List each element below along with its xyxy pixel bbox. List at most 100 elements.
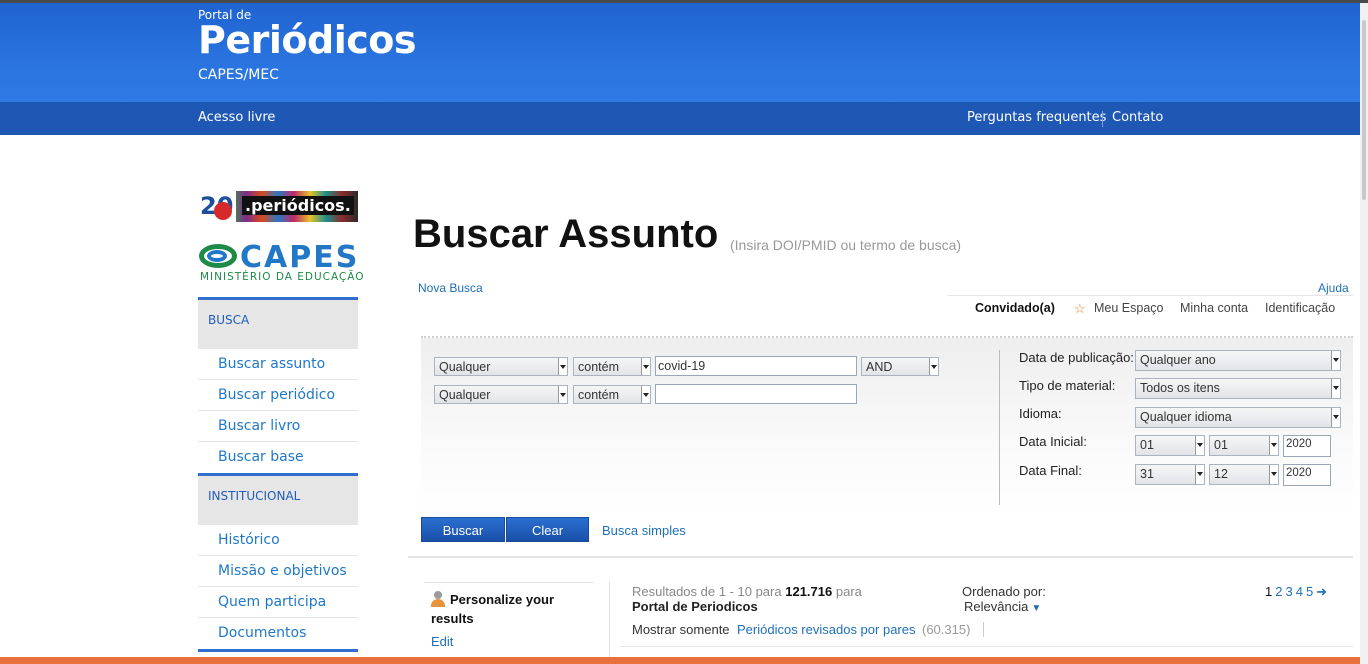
brand-logo[interactable]: Periódicos bbox=[198, 18, 416, 62]
select-value: Qualquer ano bbox=[1140, 353, 1216, 367]
idioma-select[interactable]: Qualquer idioma bbox=[1135, 407, 1341, 428]
nav-acesso-livre[interactable]: Acesso livre bbox=[198, 110, 275, 125]
dropdown-arrow-icon bbox=[1195, 465, 1204, 484]
sidebar-item-missao[interactable]: Missão e objetivos bbox=[198, 556, 358, 587]
logo-20-dot bbox=[214, 202, 232, 220]
pagination: 1 2 3 4 5 ➜ bbox=[1265, 584, 1330, 600]
capes-word: CAPES bbox=[240, 240, 360, 275]
chevron-down-icon: ▼ bbox=[1031, 603, 1042, 614]
sidebar-item-quem-participa[interactable]: Quem participa bbox=[198, 587, 358, 618]
brand-sub: CAPES/MEC bbox=[198, 67, 279, 83]
sidebar-item-buscar-livro[interactable]: Buscar livro bbox=[198, 411, 358, 442]
dropdown-arrow-icon bbox=[641, 386, 650, 403]
data-final-month-select[interactable]: 12 bbox=[1209, 464, 1279, 485]
nav-separator bbox=[1102, 111, 1103, 127]
ajuda-link[interactable]: Ajuda bbox=[1318, 281, 1349, 295]
busca-simples-link[interactable]: Busca simples bbox=[602, 523, 686, 538]
field-select-2[interactable]: Qualquer bbox=[434, 385, 568, 404]
select-value: AND bbox=[866, 360, 893, 374]
dropdown-arrow-icon bbox=[1269, 465, 1278, 484]
sidebar-item-label: Histórico bbox=[218, 532, 280, 548]
minha-conta-link[interactable]: Minha conta bbox=[1180, 301, 1248, 315]
search-term-input-2[interactable] bbox=[655, 384, 857, 404]
buscar-button[interactable]: Buscar bbox=[421, 517, 505, 542]
page-current: 1 bbox=[1265, 584, 1273, 599]
sidebar-item-buscar-periodico[interactable]: Buscar periódico bbox=[198, 380, 358, 411]
search-term-input-1[interactable]: covid-19 bbox=[655, 356, 857, 376]
data-inicial-month-select[interactable]: 01 bbox=[1209, 435, 1279, 456]
scrollbar-thumb[interactable] bbox=[1362, 20, 1366, 200]
results-prefix: Resultados de 1 - 10 para bbox=[632, 584, 782, 599]
sidebar-item-buscar-base[interactable]: Buscar base bbox=[198, 442, 358, 473]
sidebar-item-historico[interactable]: Histórico bbox=[198, 525, 358, 556]
dropdown-arrow-icon bbox=[1331, 379, 1340, 398]
dropdown-arrow-icon bbox=[1269, 436, 1278, 455]
data-final-day-select[interactable]: 31 bbox=[1135, 464, 1205, 485]
sidebar-item-label: Buscar periódico bbox=[218, 387, 336, 403]
sidebar-item-label: Missão e objetivos bbox=[218, 563, 347, 579]
section-divider bbox=[408, 556, 1353, 558]
dropdown-arrow-icon bbox=[558, 358, 567, 375]
nav-perguntas-frequentes[interactable]: Perguntas frequentes bbox=[967, 110, 1106, 125]
results-divider bbox=[609, 582, 610, 657]
logo-20-text: .periódicos. bbox=[242, 196, 354, 215]
next-arrow-icon[interactable]: ➜ bbox=[1316, 584, 1327, 599]
select-value: 12 bbox=[1214, 467, 1228, 481]
guest-label: Convidado(a) bbox=[975, 301, 1055, 315]
page-link[interactable]: 3 bbox=[1285, 584, 1292, 599]
edit-link[interactable]: Edit bbox=[431, 634, 453, 649]
operator-select-1[interactable]: contém bbox=[573, 357, 651, 376]
sidebar-item-label: Buscar assunto bbox=[218, 356, 326, 372]
sidebar-item-buscar-assunto[interactable]: Buscar assunto bbox=[198, 349, 358, 380]
data-final-year-input[interactable]: 2020 bbox=[1283, 464, 1331, 486]
data-publicacao-select[interactable]: Qualquer ano bbox=[1135, 350, 1341, 371]
page-subtitle: (Insira DOI/PMID ou termo de busca) bbox=[730, 237, 962, 253]
boolean-select-1[interactable]: AND bbox=[861, 357, 939, 376]
sidebar-heading-busca: BUSCA bbox=[198, 297, 358, 349]
sidebar-item-label: Quem participa bbox=[218, 594, 327, 610]
revisados-filter-link[interactable]: Periódicos revisados por pares bbox=[737, 622, 915, 637]
identificacao-link[interactable]: Identificação bbox=[1265, 301, 1335, 315]
operator-select-2[interactable]: contém bbox=[573, 385, 651, 404]
dropdown-arrow-icon bbox=[641, 358, 650, 375]
sort-value: Relevância bbox=[964, 599, 1029, 614]
data-final-label: Data Final: bbox=[1019, 463, 1082, 478]
sidebar-heading-label: INSTITUCIONAL bbox=[208, 489, 301, 503]
bottom-accent-bar bbox=[0, 657, 1360, 664]
field-select-1[interactable]: Qualquer bbox=[434, 357, 568, 376]
data-inicial-year-input[interactable]: 2020 bbox=[1283, 435, 1331, 457]
select-value: contém bbox=[578, 360, 619, 374]
sidebar-heading-label: BUSCA bbox=[208, 313, 250, 327]
page-link[interactable]: 4 bbox=[1296, 584, 1303, 599]
capes-logo[interactable]: CAPES MINISTÉRIO DA EDUCAÇÃO bbox=[198, 240, 364, 286]
select-value: 01 bbox=[1140, 438, 1154, 452]
sort-select[interactable]: Relevância ▼ bbox=[964, 599, 1041, 614]
select-value: 01 bbox=[1214, 438, 1228, 452]
select-value: Qualquer bbox=[439, 360, 491, 374]
meu-espaco-link[interactable]: Meu Espaço bbox=[1094, 301, 1163, 315]
nav-contato[interactable]: Contato bbox=[1112, 110, 1163, 125]
tipo-material-label: Tipo de material: bbox=[1019, 378, 1116, 393]
page-link[interactable]: 2 bbox=[1275, 584, 1282, 599]
page: Portal de Periódicos CAPES/MEC Acesso li… bbox=[0, 0, 1368, 664]
tipo-material-select[interactable]: Todos os itens bbox=[1135, 378, 1341, 399]
select-value: Qualquer bbox=[439, 388, 491, 402]
results-summary: Resultados de 1 - 10 para 121.716 para bbox=[632, 584, 862, 599]
dropdown-arrow-icon bbox=[558, 386, 567, 403]
sidebar-item-label: Buscar livro bbox=[218, 418, 301, 434]
sidebar-item-documentos[interactable]: Documentos bbox=[198, 618, 358, 652]
sidebar-item-label: Buscar base bbox=[218, 449, 304, 465]
dropdown-arrow-icon bbox=[929, 358, 938, 375]
filter-separator bbox=[983, 622, 984, 637]
data-inicial-day-select[interactable]: 01 bbox=[1135, 435, 1205, 456]
select-value: 31 bbox=[1140, 467, 1154, 481]
sort-label: Ordenado por: bbox=[962, 584, 1046, 599]
clear-button[interactable]: Clear bbox=[506, 517, 589, 542]
results-total: 121.716 bbox=[785, 584, 833, 599]
filters-divider bbox=[999, 350, 1000, 505]
dropdown-arrow-icon bbox=[1331, 351, 1340, 370]
page-link[interactable]: 5 bbox=[1306, 584, 1313, 599]
periodicos-20-logo[interactable]: 20 .periódicos. bbox=[198, 191, 358, 222]
capes-ministry: MINISTÉRIO DA EDUCAÇÃO bbox=[200, 271, 365, 283]
nova-busca-link[interactable]: Nova Busca bbox=[418, 281, 483, 295]
